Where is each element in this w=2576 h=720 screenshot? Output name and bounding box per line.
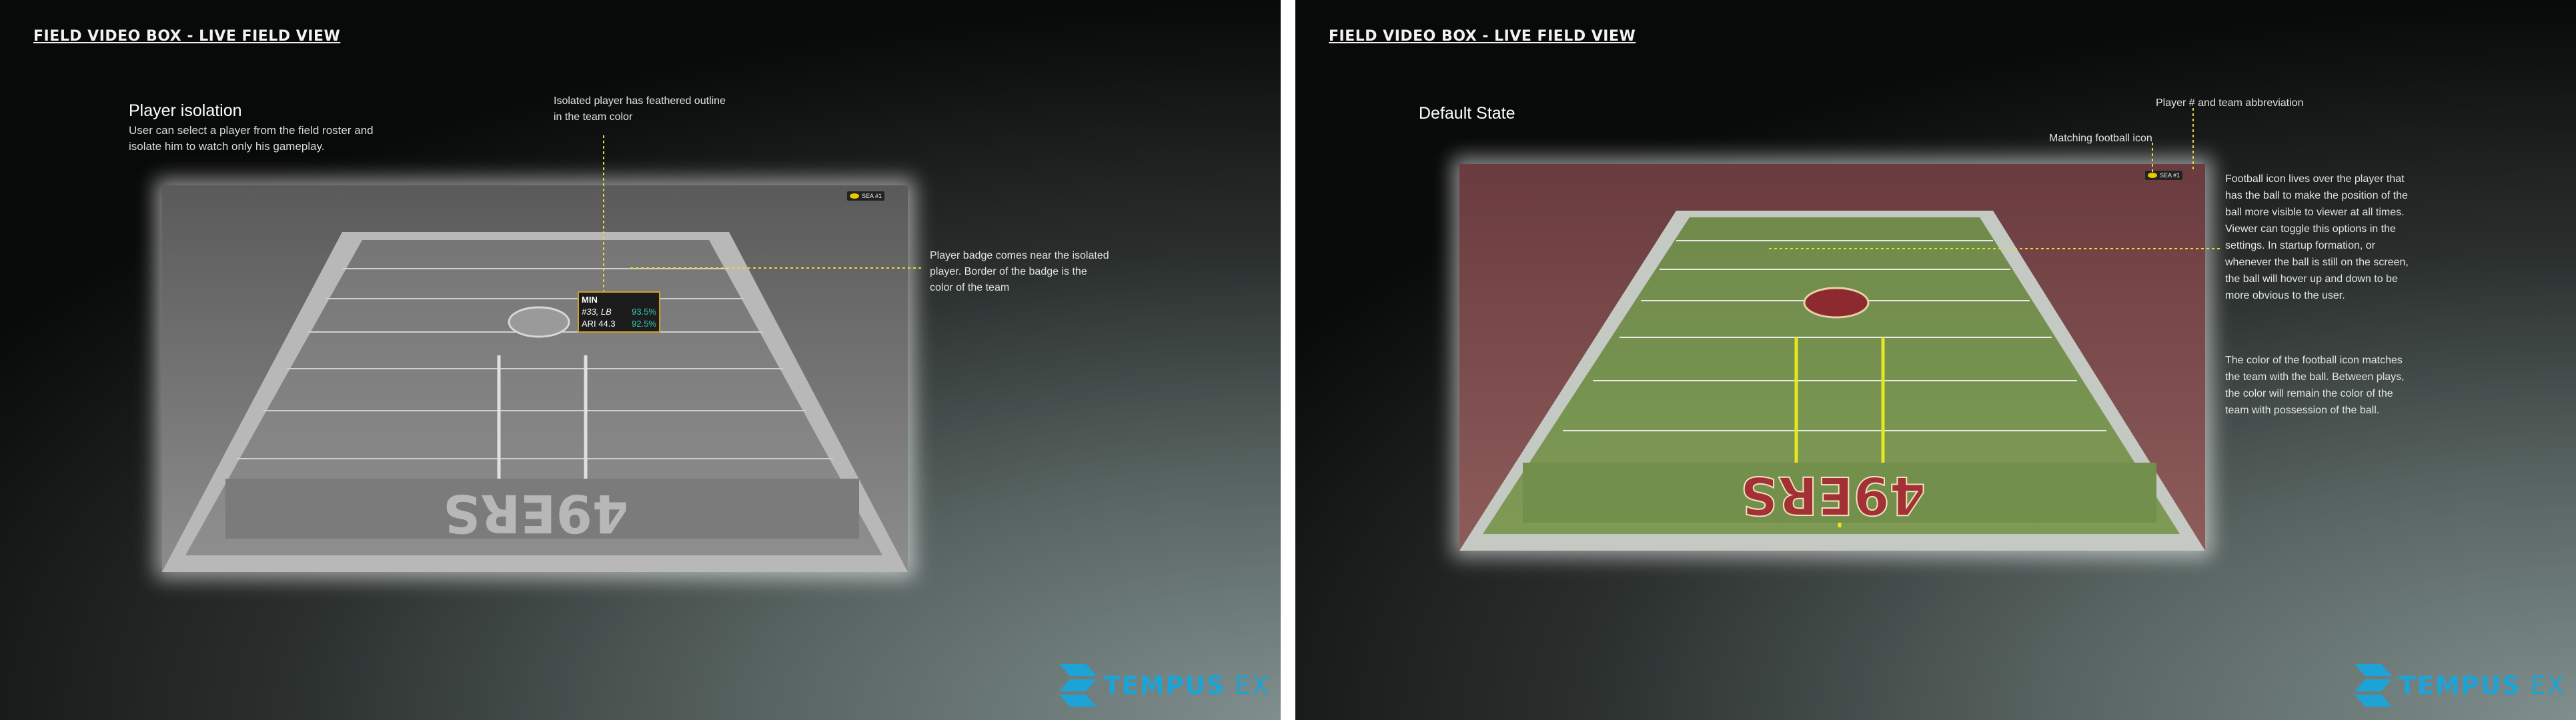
logo-word-ex: EX xyxy=(1235,671,1270,700)
badge-team: MIN xyxy=(582,295,598,305)
callout-line xyxy=(1769,108,2221,249)
logo-word-tempus: TEMPUS xyxy=(1103,671,1226,700)
player-badge[interactable]: MIN #33, LB 93.5% ARI 44.3 92.5% xyxy=(578,291,660,333)
slide-default-state: FIELD VIDEO BOX - LIVE FIELD VIEW Defaul… xyxy=(1295,0,2576,720)
logo-word-ex: EX xyxy=(2530,671,2565,700)
slide-divider xyxy=(1281,0,1295,720)
tempus-ex-logo: TEMPUS EX xyxy=(1059,664,1270,707)
tempus-ex-logo: TEMPUS EX xyxy=(2355,664,2565,707)
callout-line xyxy=(603,135,924,293)
badge-player: #33, LB xyxy=(582,307,612,317)
logo-mark-icon xyxy=(1059,664,1097,707)
badge-score-pct: 92.5% xyxy=(632,319,656,329)
badge-score: ARI 44.3 xyxy=(582,319,616,329)
badge-player-pct: 93.5% xyxy=(632,307,656,317)
logo-mark-icon xyxy=(2355,664,2393,707)
logo-word-tempus: TEMPUS xyxy=(2399,671,2521,700)
slide-player-isolation: FIELD VIDEO BOX - LIVE FIELD VIEW Player… xyxy=(0,0,1281,720)
